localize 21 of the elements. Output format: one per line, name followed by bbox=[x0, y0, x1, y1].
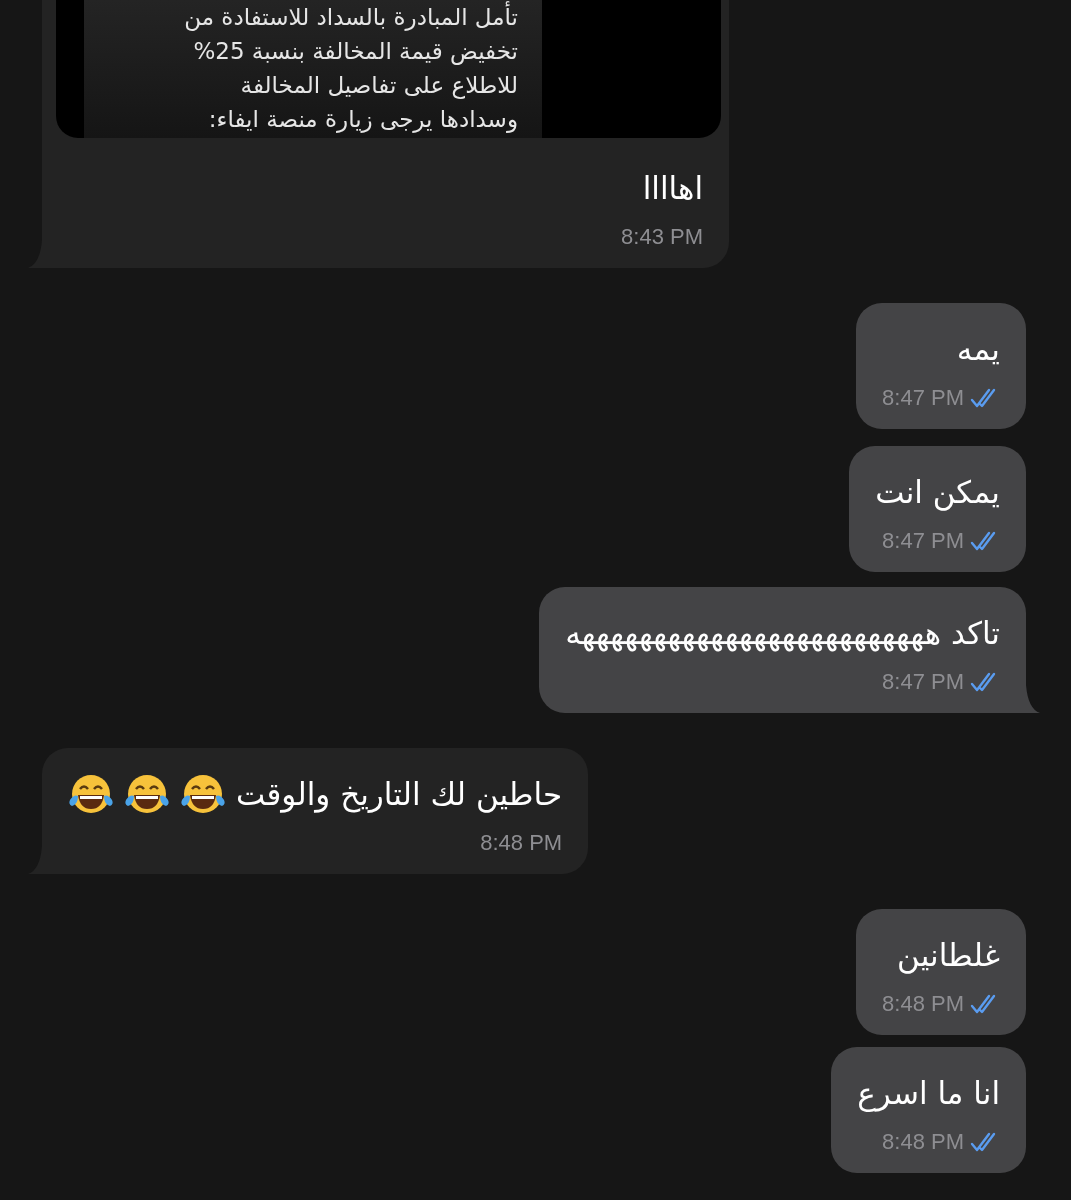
laughing-crying-emoji-icon bbox=[124, 772, 170, 816]
message-time: 8:47 PM bbox=[882, 527, 964, 555]
message-time: 8:47 PM bbox=[882, 668, 964, 696]
quoted-text-line: وسدادها يرجى زيارة منصة ايفاء: bbox=[207, 105, 518, 135]
message-time: 8:48 PM bbox=[480, 829, 563, 857]
message-text: حاطين لك التاريخ والوقت bbox=[236, 775, 563, 815]
laughing-crying-emoji-icon bbox=[68, 772, 114, 816]
message-text: انا ما اسرع bbox=[857, 1074, 1000, 1114]
laughing-crying-emoji-icon bbox=[180, 772, 226, 816]
quoted-text-line: تأمل المبادرة بالسداد للاستفادة من bbox=[84, 0, 518, 34]
message-text: غلطانين bbox=[897, 936, 1000, 976]
quoted-text-line: للاطلاع على تفاصيل المخالفة bbox=[239, 71, 518, 101]
message-text: تاكد هههههههههههههههههههههههههه bbox=[565, 614, 1000, 654]
quoted-text-line: تخفيض قيمة المخالفة بنسبة 25% bbox=[192, 37, 518, 67]
message-text: يمه bbox=[956, 330, 1000, 369]
message-time: 8:48 PM bbox=[882, 1128, 964, 1156]
message-text: يمكن انت bbox=[875, 473, 1000, 513]
message-text: اهاااا bbox=[642, 169, 703, 208]
message-time: 8:47 PM bbox=[882, 384, 964, 412]
message-time: 8:43 PM bbox=[621, 223, 703, 251]
message-time: 8:48 PM bbox=[882, 990, 964, 1018]
